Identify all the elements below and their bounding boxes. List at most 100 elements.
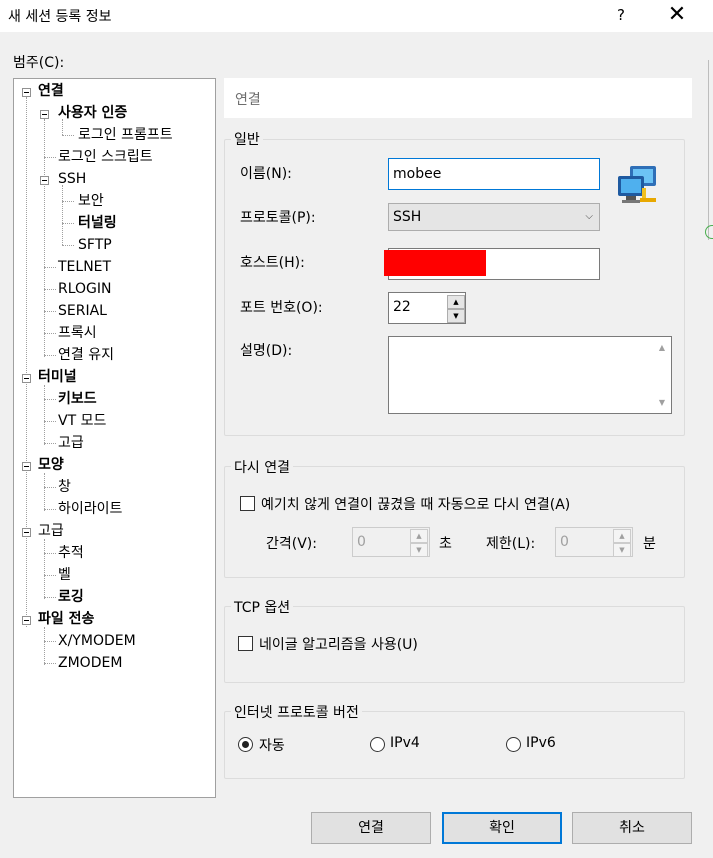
tree-guide <box>44 289 56 290</box>
protocol-value: SSH <box>393 209 422 225</box>
expand-toggle-icon[interactable] <box>22 374 31 383</box>
close-button[interactable]: ✕ <box>662 2 692 28</box>
limit-down-icon[interactable]: ▼ <box>613 543 631 557</box>
tree-guide <box>44 355 56 356</box>
protocol-select[interactable]: SSH ⌵ <box>388 203 600 231</box>
ip-auto-radio[interactable] <box>238 737 253 752</box>
tree-item-terminal-advanced[interactable]: 고급 <box>58 434 84 452</box>
reconnect-group-title: 다시 연결 <box>231 457 293 477</box>
tree-guide <box>44 399 56 400</box>
host-label: 호스트(H): <box>240 255 305 271</box>
help-button[interactable]: ? <box>608 2 634 28</box>
auto-reconnect-label: 예기치 않게 연결이 끊겼을 때 자동으로 다시 연결(A) <box>261 497 571 513</box>
name-field[interactable]: mobee <box>388 158 600 190</box>
tree-guide <box>62 223 74 224</box>
port-value: 22 <box>393 299 411 315</box>
protocol-label: 프로토콜(P): <box>240 210 316 226</box>
tree-guide <box>44 421 56 422</box>
nagle-checkbox[interactable] <box>238 636 253 651</box>
tree-guide <box>44 553 56 554</box>
tree-item-appearance[interactable]: 모양 <box>38 456 64 474</box>
name-label: 이름(N): <box>240 166 292 182</box>
ipv4-radio[interactable] <box>370 737 385 752</box>
tree-item-telnet[interactable]: TELNET <box>58 258 111 276</box>
expand-toggle-icon[interactable] <box>22 616 31 625</box>
ipv6-radio[interactable] <box>506 737 521 752</box>
expand-toggle-icon[interactable] <box>40 110 49 119</box>
ipv6-label: IPv6 <box>526 735 556 751</box>
tree-guide <box>62 245 74 246</box>
tree-item-terminal[interactable]: 터미널 <box>38 368 77 386</box>
expand-toggle-icon[interactable] <box>22 528 31 537</box>
tree-guide <box>62 185 63 245</box>
tree-guide <box>44 597 56 598</box>
limit-value: 0 <box>560 534 569 550</box>
tree-item-xymodem[interactable]: X/YMODEM <box>58 632 136 650</box>
tree-guide <box>62 135 74 136</box>
tree-item-vt-mode[interactable]: VT 모드 <box>58 412 106 430</box>
tree-guide <box>44 119 45 357</box>
category-tree[interactable]: 연결 사용자 인증 로그인 프롬프트 로그인 스크립트 SSH 보안 터널링 S… <box>13 78 216 798</box>
scroll-down-icon[interactable]: ▼ <box>659 398 665 407</box>
description-label: 설명(D): <box>240 343 293 359</box>
tree-item-bell[interactable]: 벨 <box>58 566 71 584</box>
tree-item-highlight[interactable]: 하이라이트 <box>58 500 122 518</box>
redacted-host <box>384 250 486 276</box>
limit-label: 제한(L): <box>486 536 536 552</box>
tree-guide <box>44 663 56 664</box>
background-window-edge <box>705 225 713 239</box>
tree-item-tunneling[interactable]: 터널링 <box>78 214 117 232</box>
limit-up-icon[interactable]: ▲ <box>613 529 631 543</box>
scroll-up-icon[interactable]: ▲ <box>659 343 665 352</box>
network-computer-icon <box>616 162 660 206</box>
tree-guide <box>26 97 27 627</box>
interval-unit: 초 <box>439 536 452 552</box>
tree-guide <box>44 641 56 642</box>
port-up-icon[interactable]: ▲ <box>447 295 465 309</box>
tree-item-security[interactable]: 보안 <box>78 192 104 210</box>
tree-item-connection[interactable]: 연결 <box>38 82 64 100</box>
reconnect-group <box>224 466 685 578</box>
tree-item-ssh[interactable]: SSH <box>58 170 86 188</box>
nagle-label: 네이글 알고리즘을 사용(U) <box>259 637 418 653</box>
tree-item-logging[interactable]: 로깅 <box>58 588 84 606</box>
tree-item-keepalive[interactable]: 연결 유지 <box>58 346 114 364</box>
expand-toggle-icon[interactable] <box>22 462 31 471</box>
tree-item-file-transfer[interactable]: 파일 전송 <box>38 610 94 628</box>
tree-item-serial[interactable]: SERIAL <box>58 302 107 320</box>
expand-toggle-icon[interactable] <box>40 176 49 185</box>
tree-item-sftp[interactable]: SFTP <box>78 236 112 254</box>
tree-item-rlogin[interactable]: RLOGIN <box>58 280 112 298</box>
interval-label: 간격(V): <box>266 536 317 552</box>
expand-toggle-icon[interactable] <box>22 88 31 97</box>
description-field[interactable]: ▲ ▼ <box>388 336 672 414</box>
tree-item-advanced[interactable]: 고급 <box>38 522 64 540</box>
port-down-icon[interactable]: ▼ <box>447 309 465 323</box>
panel-header <box>224 78 692 118</box>
tree-guide <box>44 575 56 576</box>
cancel-button[interactable]: 취소 <box>572 812 692 844</box>
interval-up-icon[interactable]: ▲ <box>410 529 428 543</box>
tree-item-user-auth[interactable]: 사용자 인증 <box>58 104 127 122</box>
tree-item-window[interactable]: 창 <box>58 478 71 496</box>
category-label: 범주(C): <box>13 55 65 71</box>
tree-guide <box>44 627 45 665</box>
window-title: 새 세션 등록 정보 <box>8 9 112 25</box>
tcp-group-title: TCP 옵션 <box>231 597 294 617</box>
auto-reconnect-checkbox[interactable] <box>240 496 255 511</box>
ok-button[interactable]: 확인 <box>442 812 562 844</box>
tree-item-login-prompt[interactable]: 로그인 프롬프트 <box>78 126 173 144</box>
tree-item-keyboard[interactable]: 키보드 <box>58 390 97 408</box>
tree-guide <box>44 333 56 334</box>
connect-button[interactable]: 연결 <box>311 812 431 844</box>
tree-item-trace[interactable]: 추적 <box>58 544 84 562</box>
tree-item-proxy[interactable]: 프록시 <box>58 324 97 342</box>
interval-down-icon[interactable]: ▼ <box>410 543 428 557</box>
port-label: 포트 번호(O): <box>240 300 323 316</box>
tree-item-zmodem[interactable]: ZMODEM <box>58 654 122 672</box>
tree-guide <box>44 473 45 511</box>
tree-item-login-script[interactable]: 로그인 스크립트 <box>58 148 153 166</box>
interval-value: 0 <box>357 534 366 550</box>
limit-unit: 분 <box>643 536 656 552</box>
tree-guide <box>44 157 56 158</box>
